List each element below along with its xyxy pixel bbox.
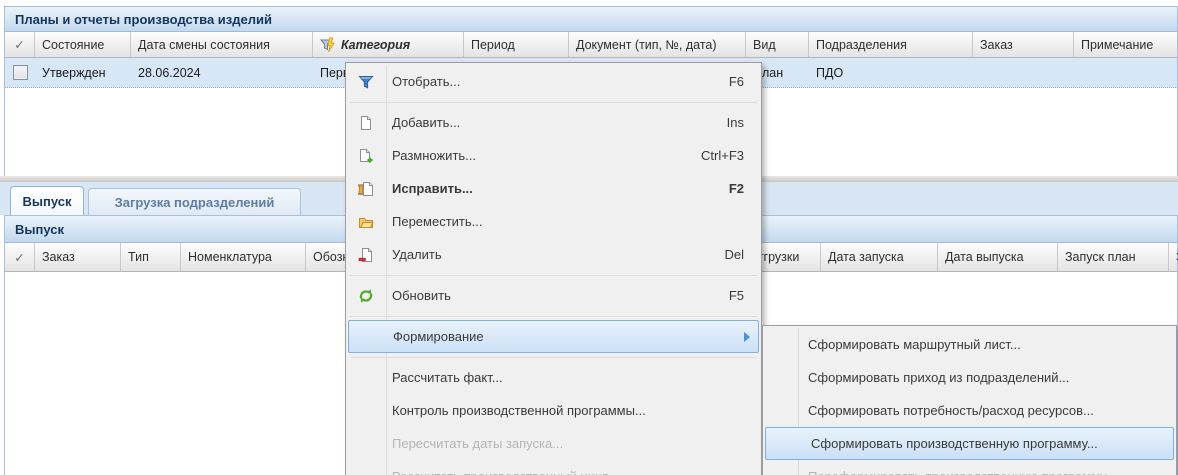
column-header-departments[interactable]: Подразделения (809, 32, 973, 57)
menu-separator (346, 98, 761, 106)
submenu-item-production-program[interactable]: Сформировать производственную программу.… (765, 427, 1174, 460)
new-document-icon (357, 114, 375, 132)
edit-document-icon (357, 180, 375, 198)
move-folder-icon (357, 213, 375, 231)
column-header-note[interactable]: Примечание (1074, 32, 1178, 57)
cell-department: ПДО (809, 58, 980, 87)
column-header-launch-date[interactable]: Дата запуска (821, 243, 938, 271)
submenu-item-income-from-departments[interactable]: Сформировать приход из подразделений... (763, 361, 1176, 394)
menu-item-calc-production-cycle: Рассчитать производственный цикл... (346, 460, 761, 475)
forming-submenu: Сформировать маршрутный лист... Сформиро… (762, 325, 1177, 475)
column-header-period[interactable]: Период (464, 32, 569, 57)
submenu-arrow-icon (744, 332, 750, 342)
context-menu: Отобрать... F6 Добавить... Ins (345, 62, 762, 475)
submenu-item-need-resources[interactable]: Сформировать потребность/расход ресурсов… (763, 394, 1176, 427)
column-header-nomenclature[interactable]: Номенклатура (181, 243, 306, 271)
menu-item-recalc-launch-dates: Пересчитать даты запуска... (346, 427, 761, 460)
column-header-launch-plan[interactable]: Запуск план (1058, 243, 1169, 271)
menu-item-filter[interactable]: Отобрать... F6 (346, 65, 761, 98)
column-header-category[interactable]: Категория (313, 32, 464, 57)
column-header-release-date[interactable]: Дата выпуска (938, 243, 1058, 271)
menu-separator (346, 353, 761, 361)
menu-item-edit[interactable]: Исправить... F2 (346, 172, 761, 205)
plans-panel-header: Планы и отчеты производства изделий (4, 6, 1178, 32)
column-header-check[interactable]: ✓ (5, 32, 35, 57)
column-header-state-date[interactable]: Дата смены состояния (131, 32, 313, 57)
menu-item-delete[interactable]: Удалить Del (346, 238, 761, 271)
tab-zagruzka-podrazdeleniy[interactable]: Загрузка подразделений (88, 188, 301, 215)
copy-document-icon (357, 147, 375, 165)
column-header-category-label: Категория (341, 38, 410, 52)
menu-item-control-program[interactable]: Контроль производственной программы... (346, 394, 761, 427)
plans-table-header: ✓ Состояние Дата смены состояния Категор… (4, 32, 1178, 58)
column-header-launch-fact[interactable]: Запуск факт (1169, 243, 1178, 271)
column-header-order[interactable]: Заказ (973, 32, 1074, 57)
column-header-kind[interactable]: Вид (746, 32, 809, 57)
menu-item-forming[interactable]: Формирование (348, 320, 759, 353)
submenu-item-route-list[interactable]: Сформировать маршрутный лист... (763, 328, 1176, 361)
cell-state: Утвержден (35, 58, 138, 87)
menu-item-calc-fact[interactable]: Рассчитать факт... (346, 361, 761, 394)
menu-item-move[interactable]: Переместить... (346, 205, 761, 238)
plans-panel-title: Планы и отчеты производства изделий (15, 12, 272, 27)
column-header-check2[interactable]: ✓ (5, 243, 35, 271)
menu-separator (346, 271, 761, 279)
tab-vypusk-label: Выпуск (23, 194, 72, 209)
submenu-item-reform-production-program: Переформировать производственную програм… (763, 460, 1176, 475)
cell-state-date: 28.06.2024 (131, 58, 320, 87)
column-header-document[interactable]: Документ (тип, №, дата) (569, 32, 746, 57)
column-header-type[interactable]: Тип (121, 243, 181, 271)
menu-item-copy[interactable]: Размножить... Ctrl+F3 (346, 139, 761, 172)
menu-item-add[interactable]: Добавить... Ins (346, 106, 761, 139)
filter-lightning-icon (320, 37, 336, 53)
app-root: Планы и отчеты производства изделий ✓ Со… (0, 0, 1178, 475)
row-checkbox[interactable] (13, 65, 28, 80)
column-header-state[interactable]: Состояние (35, 32, 131, 57)
tab-vypusk[interactable]: Выпуск (10, 186, 84, 215)
delete-document-icon (357, 246, 375, 264)
refresh-icon (357, 287, 375, 305)
column-header-order2[interactable]: Заказ (35, 243, 121, 271)
tab-zagruzka-label: Загрузка подразделений (115, 195, 275, 210)
vypusk-panel-title: Выпуск (15, 222, 64, 237)
menu-item-refresh[interactable]: Обновить F5 (346, 279, 761, 312)
filter-icon (357, 73, 375, 91)
menu-separator (346, 312, 761, 320)
